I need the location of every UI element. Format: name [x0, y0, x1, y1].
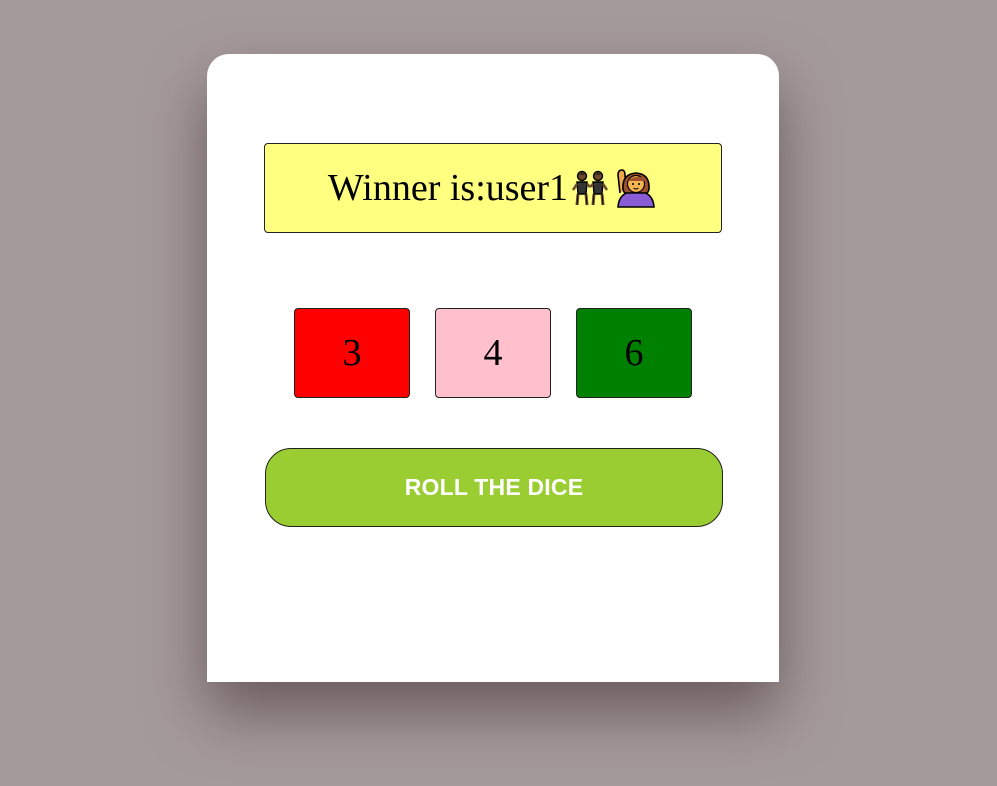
- die-1: 3: [294, 308, 410, 398]
- die-3: 6: [576, 308, 692, 398]
- woman-raising-hand-icon: [612, 167, 658, 209]
- winner-name: user1: [485, 167, 569, 209]
- roll-dice-button[interactable]: ROLL THE DICE: [265, 448, 723, 527]
- dice-row: 3 4 6: [294, 308, 692, 398]
- women-dancing-icon: [570, 168, 610, 208]
- winner-prefix: Winner is:: [327, 167, 486, 209]
- winner-banner: Winner is: user1: [264, 143, 722, 233]
- game-card: Winner is: user1 3 4 6 ROLL THE DICE: [207, 54, 779, 682]
- die-2: 4: [435, 308, 551, 398]
